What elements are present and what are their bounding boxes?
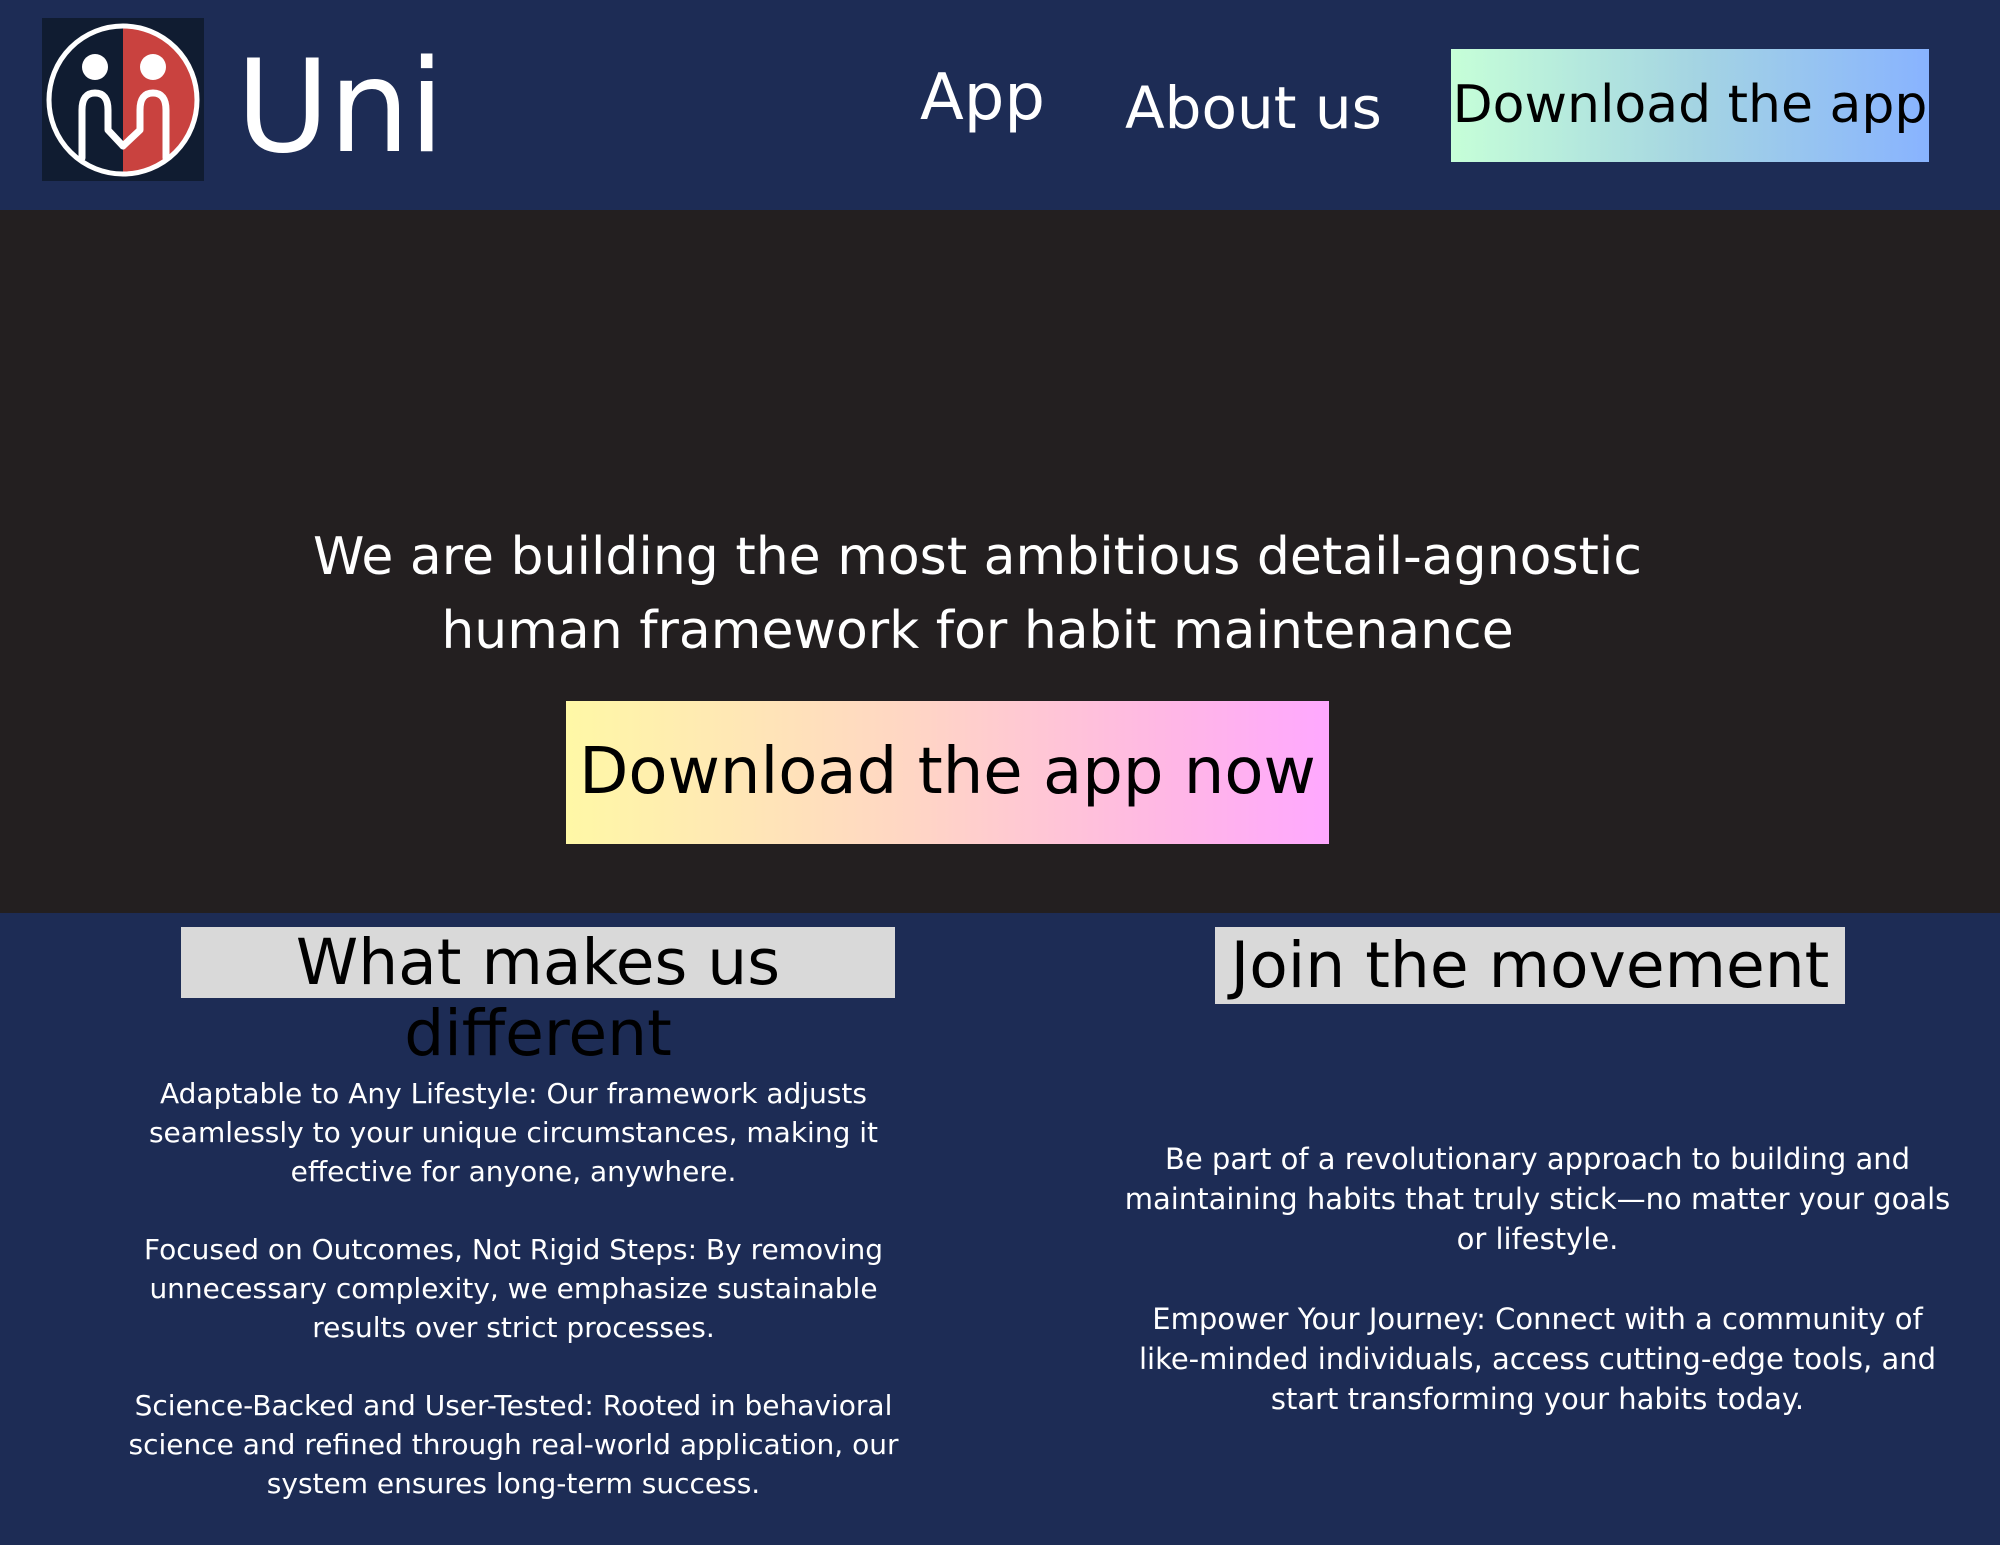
site-header: Uni App About us Download the app: [0, 0, 2000, 210]
brand-name[interactable]: Uni: [236, 28, 444, 188]
nav-link-about-us[interactable]: About us: [1125, 68, 1382, 148]
feature-paragraph: Focused on Outcomes, Not Rigid Steps: By…: [144, 1233, 883, 1344]
feature-paragraph: Adaptable to Any Lifestyle: Our framewor…: [148, 1077, 879, 1188]
join-the-movement-heading: Join the movement: [1215, 927, 1845, 1004]
hero-headline: We are building the most ambitious detai…: [290, 520, 1665, 668]
nav-link-app[interactable]: App: [920, 58, 1045, 138]
hero-headline-line-2: human framework for habit maintenance: [441, 601, 1514, 661]
movement-paragraph: Empower Your Journey: Connect with a com…: [1138, 1302, 1937, 1416]
download-app-now-button[interactable]: Download the app now: [566, 701, 1329, 844]
hero-section: We are building the most ambitious detai…: [0, 210, 2000, 913]
two-people-logo-icon: [46, 23, 200, 177]
download-app-button[interactable]: Download the app: [1451, 49, 1929, 162]
hero-headline-line-1: We are building the most ambitious detai…: [313, 527, 1642, 587]
feature-paragraph: Science-Backed and User-Tested: Rooted i…: [128, 1389, 899, 1500]
logo[interactable]: [42, 18, 204, 181]
movement-text: Be part of a revolutionary approach to b…: [1120, 1139, 1955, 1459]
movement-paragraph: Be part of a revolutionary approach to b…: [1124, 1142, 1951, 1256]
what-makes-us-different-heading: What makes us different: [181, 927, 895, 1069]
different-features-list: Adaptable to Any Lifestyle: Our framewor…: [105, 1074, 922, 1542]
